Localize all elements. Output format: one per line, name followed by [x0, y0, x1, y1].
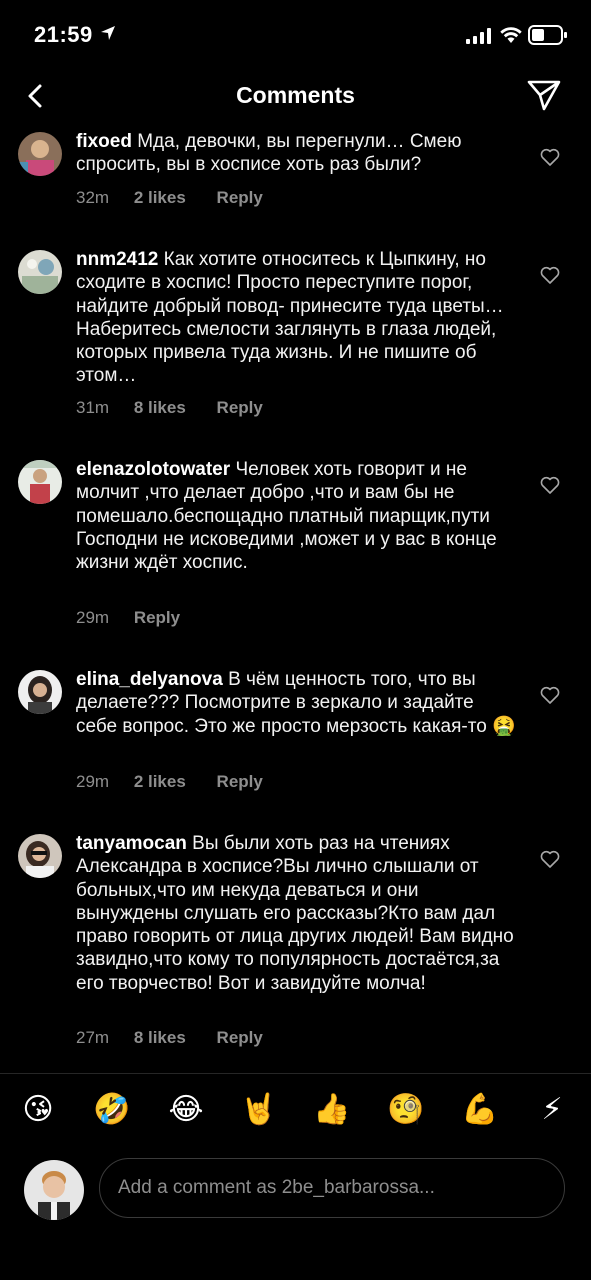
reply-button[interactable]: Reply — [217, 188, 263, 208]
status-bar: 21:59 — [0, 0, 591, 70]
comment-body: Мда, девочки, вы перегнули… Смею спросит… — [76, 131, 462, 176]
comment-time: 29m — [76, 772, 110, 791]
current-user-avatar[interactable] — [24, 1160, 84, 1220]
emoji-bar: 😘 🤣 😂 🤘 👍 🧐 💪 ⚡ — [0, 1090, 591, 1136]
comment-input[interactable]: Add a comment as 2be_barbarossa... — [99, 1158, 565, 1218]
avatar[interactable] — [18, 670, 62, 714]
comment-text: tanyamocan Вы были хоть раз на чтениях А… — [76, 832, 516, 995]
comment-text: fixoed Мда, девочки, вы перегнули… Смею … — [76, 130, 516, 177]
status-time: 21:59 — [34, 22, 93, 47]
nav-header: Comments — [0, 70, 591, 126]
send-paper-plane-icon[interactable] — [526, 78, 562, 112]
heart-icon[interactable] — [540, 686, 560, 704]
comment-meta: 29m 2 likes Reply — [76, 772, 289, 792]
comment-text: elina_delyanova В чём ценность того, что… — [76, 668, 516, 738]
comment-time: 31m — [76, 398, 110, 417]
comment-username[interactable]: elina_delyanova — [76, 669, 223, 690]
comment-meta: 29m Reply — [76, 608, 206, 628]
location-arrow-icon — [101, 26, 115, 40]
avatar[interactable] — [18, 460, 62, 504]
emoji-joy[interactable]: 😂 — [166, 1090, 206, 1130]
emoji-rofl[interactable]: 🤣 — [92, 1090, 132, 1130]
likes-count[interactable]: 8 likes — [134, 1028, 186, 1048]
comment-time: 32m — [76, 188, 110, 207]
avatar[interactable] — [18, 132, 62, 176]
page-title: Comments — [236, 82, 355, 108]
comment-body: Вы были хоть раз на чтениях Александра в… — [76, 833, 514, 994]
heart-icon[interactable] — [540, 850, 560, 868]
emoji-monocle[interactable]: 🧐 — [386, 1090, 426, 1130]
likes-count[interactable]: 2 likes — [134, 772, 186, 792]
comment-meta: 27m 8 likes Reply — [76, 1028, 289, 1048]
likes-count[interactable]: 2 likes — [134, 188, 186, 208]
heart-icon[interactable] — [540, 148, 560, 166]
emoji-kiss[interactable]: 😘 — [18, 1090, 58, 1130]
wifi-icon — [500, 27, 522, 43]
comment-username[interactable]: fixoed — [76, 131, 132, 152]
likes-count[interactable]: 8 likes — [134, 398, 186, 418]
emoji-lightning[interactable]: ⚡ — [532, 1090, 572, 1130]
reply-button[interactable]: Reply — [217, 772, 263, 792]
divider — [0, 1073, 591, 1074]
comment-username[interactable]: elenazolotowater — [76, 459, 230, 480]
battery-icon — [528, 25, 567, 45]
comment-time: 27m — [76, 1028, 110, 1047]
avatar[interactable] — [18, 250, 62, 294]
signal-icon — [466, 28, 491, 44]
comment-time: 29m — [76, 608, 110, 627]
emoji-thumbs-up[interactable]: 👍 — [312, 1090, 352, 1130]
emoji-rock-on[interactable]: 🤘 — [239, 1090, 279, 1130]
reply-button[interactable]: Reply — [134, 608, 180, 628]
comment-text: nnm2412 Как хотите относитесь к Цыпкину,… — [76, 248, 516, 388]
comment-input-placeholder: Add a comment as 2be_barbarossa... — [118, 1177, 435, 1198]
comment-text: elenazolotowater Человек хоть говорит и … — [76, 458, 516, 574]
comment-meta: 31m 8 likes Reply — [76, 398, 289, 418]
heart-icon[interactable] — [540, 266, 560, 284]
comment-username[interactable]: nnm2412 — [76, 249, 158, 270]
comment-meta: 32m 2 likes Reply — [76, 188, 289, 208]
emoji-flexed-biceps[interactable]: 💪 — [460, 1090, 500, 1130]
reply-button[interactable]: Reply — [217, 1028, 263, 1048]
comment-username[interactable]: tanyamocan — [76, 833, 187, 854]
reply-button[interactable]: Reply — [217, 398, 263, 418]
heart-icon[interactable] — [540, 476, 560, 494]
avatar[interactable] — [18, 834, 62, 878]
